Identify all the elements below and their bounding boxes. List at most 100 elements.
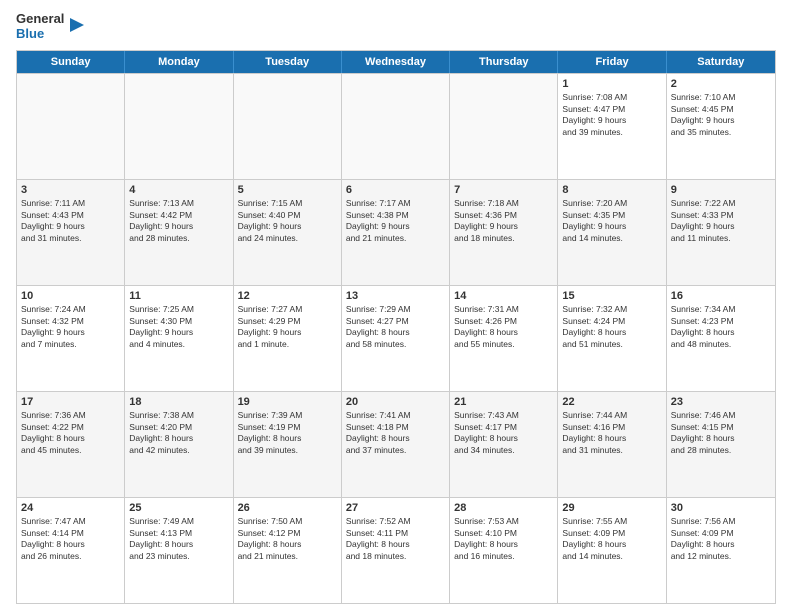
calendar-body: 1Sunrise: 7:08 AM Sunset: 4:47 PM Daylig… — [17, 73, 775, 603]
calendar-cell: 17Sunrise: 7:36 AM Sunset: 4:22 PM Dayli… — [17, 392, 125, 497]
day-number: 6 — [346, 183, 445, 197]
calendar-cell: 23Sunrise: 7:46 AM Sunset: 4:15 PM Dayli… — [667, 392, 775, 497]
day-number: 21 — [454, 395, 553, 409]
calendar-cell — [125, 74, 233, 179]
day-info: Sunrise: 7:11 AM Sunset: 4:43 PM Dayligh… — [21, 198, 120, 244]
day-number: 19 — [238, 395, 337, 409]
day-number: 30 — [671, 501, 771, 515]
calendar-header-cell: Tuesday — [234, 51, 342, 73]
calendar-cell: 7Sunrise: 7:18 AM Sunset: 4:36 PM Daylig… — [450, 180, 558, 285]
calendar-cell: 14Sunrise: 7:31 AM Sunset: 4:26 PM Dayli… — [450, 286, 558, 391]
day-info: Sunrise: 7:25 AM Sunset: 4:30 PM Dayligh… — [129, 304, 228, 350]
day-number: 2 — [671, 77, 771, 91]
calendar-cell — [17, 74, 125, 179]
day-info: Sunrise: 7:13 AM Sunset: 4:42 PM Dayligh… — [129, 198, 228, 244]
day-info: Sunrise: 7:27 AM Sunset: 4:29 PM Dayligh… — [238, 304, 337, 350]
calendar-cell: 20Sunrise: 7:41 AM Sunset: 4:18 PM Dayli… — [342, 392, 450, 497]
day-number: 3 — [21, 183, 120, 197]
calendar-cell — [450, 74, 558, 179]
day-number: 24 — [21, 501, 120, 515]
day-info: Sunrise: 7:10 AM Sunset: 4:45 PM Dayligh… — [671, 92, 771, 138]
calendar-cell: 16Sunrise: 7:34 AM Sunset: 4:23 PM Dayli… — [667, 286, 775, 391]
calendar-cell: 5Sunrise: 7:15 AM Sunset: 4:40 PM Daylig… — [234, 180, 342, 285]
calendar-cell: 11Sunrise: 7:25 AM Sunset: 4:30 PM Dayli… — [125, 286, 233, 391]
calendar-cell: 21Sunrise: 7:43 AM Sunset: 4:17 PM Dayli… — [450, 392, 558, 497]
day-info: Sunrise: 7:41 AM Sunset: 4:18 PM Dayligh… — [346, 410, 445, 456]
day-number: 8 — [562, 183, 661, 197]
day-info: Sunrise: 7:39 AM Sunset: 4:19 PM Dayligh… — [238, 410, 337, 456]
day-number: 16 — [671, 289, 771, 303]
day-info: Sunrise: 7:43 AM Sunset: 4:17 PM Dayligh… — [454, 410, 553, 456]
calendar-week: 24Sunrise: 7:47 AM Sunset: 4:14 PM Dayli… — [17, 497, 775, 603]
day-number: 4 — [129, 183, 228, 197]
calendar-cell: 13Sunrise: 7:29 AM Sunset: 4:27 PM Dayli… — [342, 286, 450, 391]
day-number: 1 — [562, 77, 661, 91]
calendar-cell: 3Sunrise: 7:11 AM Sunset: 4:43 PM Daylig… — [17, 180, 125, 285]
calendar-header-cell: Friday — [558, 51, 666, 73]
day-info: Sunrise: 7:08 AM Sunset: 4:47 PM Dayligh… — [562, 92, 661, 138]
calendar-header-cell: Saturday — [667, 51, 775, 73]
logo: General Blue — [16, 12, 88, 42]
day-number: 9 — [671, 183, 771, 197]
calendar-cell: 8Sunrise: 7:20 AM Sunset: 4:35 PM Daylig… — [558, 180, 666, 285]
day-number: 5 — [238, 183, 337, 197]
logo-text: General Blue — [16, 12, 64, 42]
day-info: Sunrise: 7:55 AM Sunset: 4:09 PM Dayligh… — [562, 516, 661, 562]
calendar-cell: 18Sunrise: 7:38 AM Sunset: 4:20 PM Dayli… — [125, 392, 233, 497]
day-number: 18 — [129, 395, 228, 409]
calendar-header-cell: Monday — [125, 51, 233, 73]
day-number: 27 — [346, 501, 445, 515]
calendar-header-cell: Wednesday — [342, 51, 450, 73]
logo-arrow-icon — [66, 14, 88, 36]
calendar-cell — [234, 74, 342, 179]
calendar-cell: 19Sunrise: 7:39 AM Sunset: 4:19 PM Dayli… — [234, 392, 342, 497]
calendar-cell: 1Sunrise: 7:08 AM Sunset: 4:47 PM Daylig… — [558, 74, 666, 179]
day-info: Sunrise: 7:46 AM Sunset: 4:15 PM Dayligh… — [671, 410, 771, 456]
page: General Blue SundayMondayTuesdayWednesda… — [0, 0, 792, 612]
day-info: Sunrise: 7:17 AM Sunset: 4:38 PM Dayligh… — [346, 198, 445, 244]
day-number: 20 — [346, 395, 445, 409]
calendar-header-cell: Thursday — [450, 51, 558, 73]
day-info: Sunrise: 7:29 AM Sunset: 4:27 PM Dayligh… — [346, 304, 445, 350]
day-info: Sunrise: 7:38 AM Sunset: 4:20 PM Dayligh… — [129, 410, 228, 456]
calendar-week: 10Sunrise: 7:24 AM Sunset: 4:32 PM Dayli… — [17, 285, 775, 391]
day-number: 15 — [562, 289, 661, 303]
calendar-cell: 22Sunrise: 7:44 AM Sunset: 4:16 PM Dayli… — [558, 392, 666, 497]
day-number: 11 — [129, 289, 228, 303]
calendar-cell: 28Sunrise: 7:53 AM Sunset: 4:10 PM Dayli… — [450, 498, 558, 603]
day-info: Sunrise: 7:32 AM Sunset: 4:24 PM Dayligh… — [562, 304, 661, 350]
calendar-cell: 25Sunrise: 7:49 AM Sunset: 4:13 PM Dayli… — [125, 498, 233, 603]
day-number: 10 — [21, 289, 120, 303]
calendar-week: 1Sunrise: 7:08 AM Sunset: 4:47 PM Daylig… — [17, 73, 775, 179]
calendar-cell: 12Sunrise: 7:27 AM Sunset: 4:29 PM Dayli… — [234, 286, 342, 391]
calendar-cell: 4Sunrise: 7:13 AM Sunset: 4:42 PM Daylig… — [125, 180, 233, 285]
day-info: Sunrise: 7:18 AM Sunset: 4:36 PM Dayligh… — [454, 198, 553, 244]
day-info: Sunrise: 7:49 AM Sunset: 4:13 PM Dayligh… — [129, 516, 228, 562]
day-info: Sunrise: 7:20 AM Sunset: 4:35 PM Dayligh… — [562, 198, 661, 244]
calendar-cell: 9Sunrise: 7:22 AM Sunset: 4:33 PM Daylig… — [667, 180, 775, 285]
day-info: Sunrise: 7:53 AM Sunset: 4:10 PM Dayligh… — [454, 516, 553, 562]
day-number: 14 — [454, 289, 553, 303]
calendar-cell: 29Sunrise: 7:55 AM Sunset: 4:09 PM Dayli… — [558, 498, 666, 603]
day-info: Sunrise: 7:52 AM Sunset: 4:11 PM Dayligh… — [346, 516, 445, 562]
day-info: Sunrise: 7:44 AM Sunset: 4:16 PM Dayligh… — [562, 410, 661, 456]
calendar-header-cell: Sunday — [17, 51, 125, 73]
day-info: Sunrise: 7:24 AM Sunset: 4:32 PM Dayligh… — [21, 304, 120, 350]
calendar-cell: 6Sunrise: 7:17 AM Sunset: 4:38 PM Daylig… — [342, 180, 450, 285]
day-number: 23 — [671, 395, 771, 409]
day-number: 26 — [238, 501, 337, 515]
day-number: 22 — [562, 395, 661, 409]
calendar-cell: 2Sunrise: 7:10 AM Sunset: 4:45 PM Daylig… — [667, 74, 775, 179]
day-number: 17 — [21, 395, 120, 409]
day-number: 7 — [454, 183, 553, 197]
calendar-cell: 27Sunrise: 7:52 AM Sunset: 4:11 PM Dayli… — [342, 498, 450, 603]
day-info: Sunrise: 7:31 AM Sunset: 4:26 PM Dayligh… — [454, 304, 553, 350]
day-info: Sunrise: 7:47 AM Sunset: 4:14 PM Dayligh… — [21, 516, 120, 562]
day-number: 29 — [562, 501, 661, 515]
day-number: 28 — [454, 501, 553, 515]
calendar-cell — [342, 74, 450, 179]
day-info: Sunrise: 7:56 AM Sunset: 4:09 PM Dayligh… — [671, 516, 771, 562]
calendar-week: 3Sunrise: 7:11 AM Sunset: 4:43 PM Daylig… — [17, 179, 775, 285]
calendar-cell: 30Sunrise: 7:56 AM Sunset: 4:09 PM Dayli… — [667, 498, 775, 603]
header: General Blue — [16, 12, 776, 42]
